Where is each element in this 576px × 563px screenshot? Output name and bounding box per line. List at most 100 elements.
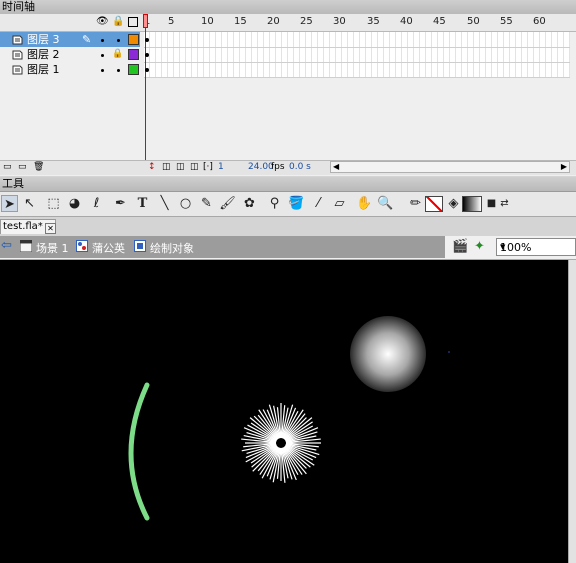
subselection-tool-icon[interactable]: ↖ (21, 195, 38, 212)
oval-tool-icon[interactable]: ○ (177, 195, 194, 212)
outline-color-box[interactable] (128, 34, 139, 45)
outline-color-box[interactable] (128, 64, 139, 75)
fill-color-icon[interactable]: ◈ (445, 195, 462, 212)
outline-color-box[interactable] (128, 49, 139, 60)
deco-tool-icon[interactable]: ✿ (241, 195, 258, 212)
eye-icon[interactable]: 👁 (96, 16, 109, 27)
layer-row[interactable]: 图层 2 🔒 (0, 47, 140, 62)
keyframe-dot[interactable] (145, 68, 149, 72)
fps-unit: fps (271, 162, 285, 172)
edit-symbol-icon[interactable]: ✦ (474, 239, 485, 254)
layer-name[interactable]: 图层 3 (27, 32, 60, 47)
lock-icon[interactable]: 🔒 (112, 16, 124, 27)
stage[interactable] (0, 260, 568, 563)
layer-name[interactable]: 图层 1 (27, 62, 60, 77)
playhead[interactable] (143, 14, 148, 168)
outline-icon[interactable] (128, 17, 138, 27)
fps-value[interactable]: 24.00 (248, 162, 274, 172)
blue-dot (448, 351, 450, 353)
pencil-tool-icon[interactable]: ✎ (198, 195, 215, 212)
breadcrumb: ⇦ 场景 1 蒲公英 绘制对象 (0, 236, 445, 258)
document-tab[interactable]: test.fla* ✕ (0, 219, 56, 234)
playhead-handle[interactable] (143, 14, 148, 28)
new-folder-icon[interactable]: ▭ (18, 162, 27, 172)
scene-icon (19, 240, 33, 253)
pen-tool-icon[interactable]: ✒ (112, 195, 129, 212)
onion-skin-icon[interactable]: ◫ (162, 162, 171, 172)
swap-colors-icon[interactable]: ⇄ (496, 195, 513, 212)
layer-icon (12, 50, 23, 60)
lock-dot[interactable] (117, 69, 120, 72)
fill-color-swatch[interactable] (462, 196, 482, 212)
timeline-hscrollbar[interactable]: ◀ ▶ (330, 161, 570, 173)
scroll-left-icon[interactable]: ◀ (333, 162, 339, 171)
layer-icon (12, 35, 23, 45)
edit-multiple-icon[interactable]: ◫ (190, 162, 199, 172)
onion-outline-icon[interactable]: ◫ (176, 162, 185, 172)
scroll-right-icon[interactable]: ▶ (561, 162, 567, 171)
3d-rotation-tool-icon[interactable]: ◕ (66, 195, 83, 212)
lock-icon[interactable]: 🔒 (112, 47, 123, 62)
new-layer-icon[interactable]: ▭ (3, 162, 12, 172)
brush-tool-icon[interactable]: 🖌 (219, 195, 236, 212)
chevron-down-icon[interactable]: ▼ (500, 243, 574, 251)
frame-number[interactable]: 10 (201, 16, 214, 27)
line-tool-icon[interactable]: ╲ (156, 195, 173, 212)
layer-name[interactable]: 图层 2 (27, 47, 60, 62)
tools-title-bar[interactable]: 工具 (0, 177, 576, 192)
paint-bucket-tool-icon[interactable]: 🪣 (288, 195, 305, 212)
frame-number[interactable]: 5 (168, 16, 174, 27)
visibility-dot[interactable] (101, 69, 104, 72)
frame-number[interactable]: 15 (234, 16, 247, 27)
selection-tool-icon[interactable]: ➤ (1, 195, 18, 212)
layer-row[interactable]: 图层 3 ✎ (0, 32, 140, 47)
zoom-select[interactable]: 100% ▼ (496, 238, 576, 256)
timeline-title-bar[interactable]: 时间轴 (0, 0, 576, 15)
playhead-line (145, 28, 146, 168)
dandelion-burst[interactable] (241, 403, 321, 483)
tools-title: 工具 (2, 177, 24, 190)
close-icon[interactable]: ✕ (45, 223, 56, 234)
frame-number[interactable]: 50 (467, 16, 480, 27)
free-transform-tool-icon[interactable]: ⬚ (45, 195, 62, 212)
lock-dot[interactable] (117, 39, 120, 42)
stroke-color-swatch[interactable] (425, 196, 443, 212)
frame-number[interactable]: 55 (500, 16, 513, 27)
onion-markers-icon[interactable]: [·] (203, 162, 213, 172)
frame-number[interactable]: 25 (300, 16, 313, 27)
frame-ruler[interactable]: 151015202530354045505560 (140, 14, 570, 31)
layer-row[interactable]: 图层 1 (0, 62, 140, 77)
stroke-color-icon[interactable]: ✏ (407, 195, 424, 212)
back-arrow-icon[interactable]: ⇦ (1, 238, 12, 253)
timeline-panel: 时间轴 👁 🔒 151015202530354045505560 图层 3✎图层… (0, 0, 576, 176)
frame-number[interactable]: 40 (400, 16, 413, 27)
text-tool-icon[interactable]: T (134, 195, 151, 212)
bone-tool-icon[interactable]: ⚲ (266, 195, 283, 212)
frame-number[interactable]: 30 (333, 16, 346, 27)
visibility-dot[interactable] (101, 54, 104, 57)
glow-circle[interactable] (350, 316, 426, 392)
elapsed-time: 0.0 s (289, 162, 311, 172)
breadcrumb-symbol[interactable]: 蒲公英 (92, 240, 125, 256)
frame-number[interactable]: 20 (267, 16, 280, 27)
center-frame-icon[interactable]: ↕ (148, 162, 156, 172)
keyframe-dot[interactable] (145, 53, 149, 57)
layer-icon (12, 65, 23, 75)
green-arc[interactable] (128, 382, 150, 521)
frame-number[interactable]: 60 (533, 16, 546, 27)
frame-number[interactable]: 35 (367, 16, 380, 27)
eraser-tool-icon[interactable]: ▱ (331, 195, 348, 212)
keyframe-dot[interactable] (145, 38, 149, 42)
hand-tool-icon[interactable]: ✋ (356, 195, 373, 212)
breadcrumb-scene[interactable]: 场景 1 (36, 240, 69, 256)
zoom-tool-icon[interactable]: 🔍 (377, 195, 394, 212)
eyedropper-tool-icon[interactable]: ⁄ (310, 195, 327, 212)
delete-layer-icon[interactable]: 🗑 (33, 162, 44, 172)
visibility-dot[interactable] (101, 39, 104, 42)
edit-scene-icon[interactable]: 🎬 (452, 239, 468, 254)
current-frame: 1 (218, 162, 224, 172)
frame-number[interactable]: 45 (433, 16, 446, 27)
lasso-tool-icon[interactable]: ℓ (88, 195, 105, 212)
breadcrumb-drawing-object[interactable]: 绘制对象 (150, 240, 194, 256)
stage-vscrollbar[interactable] (568, 260, 576, 563)
